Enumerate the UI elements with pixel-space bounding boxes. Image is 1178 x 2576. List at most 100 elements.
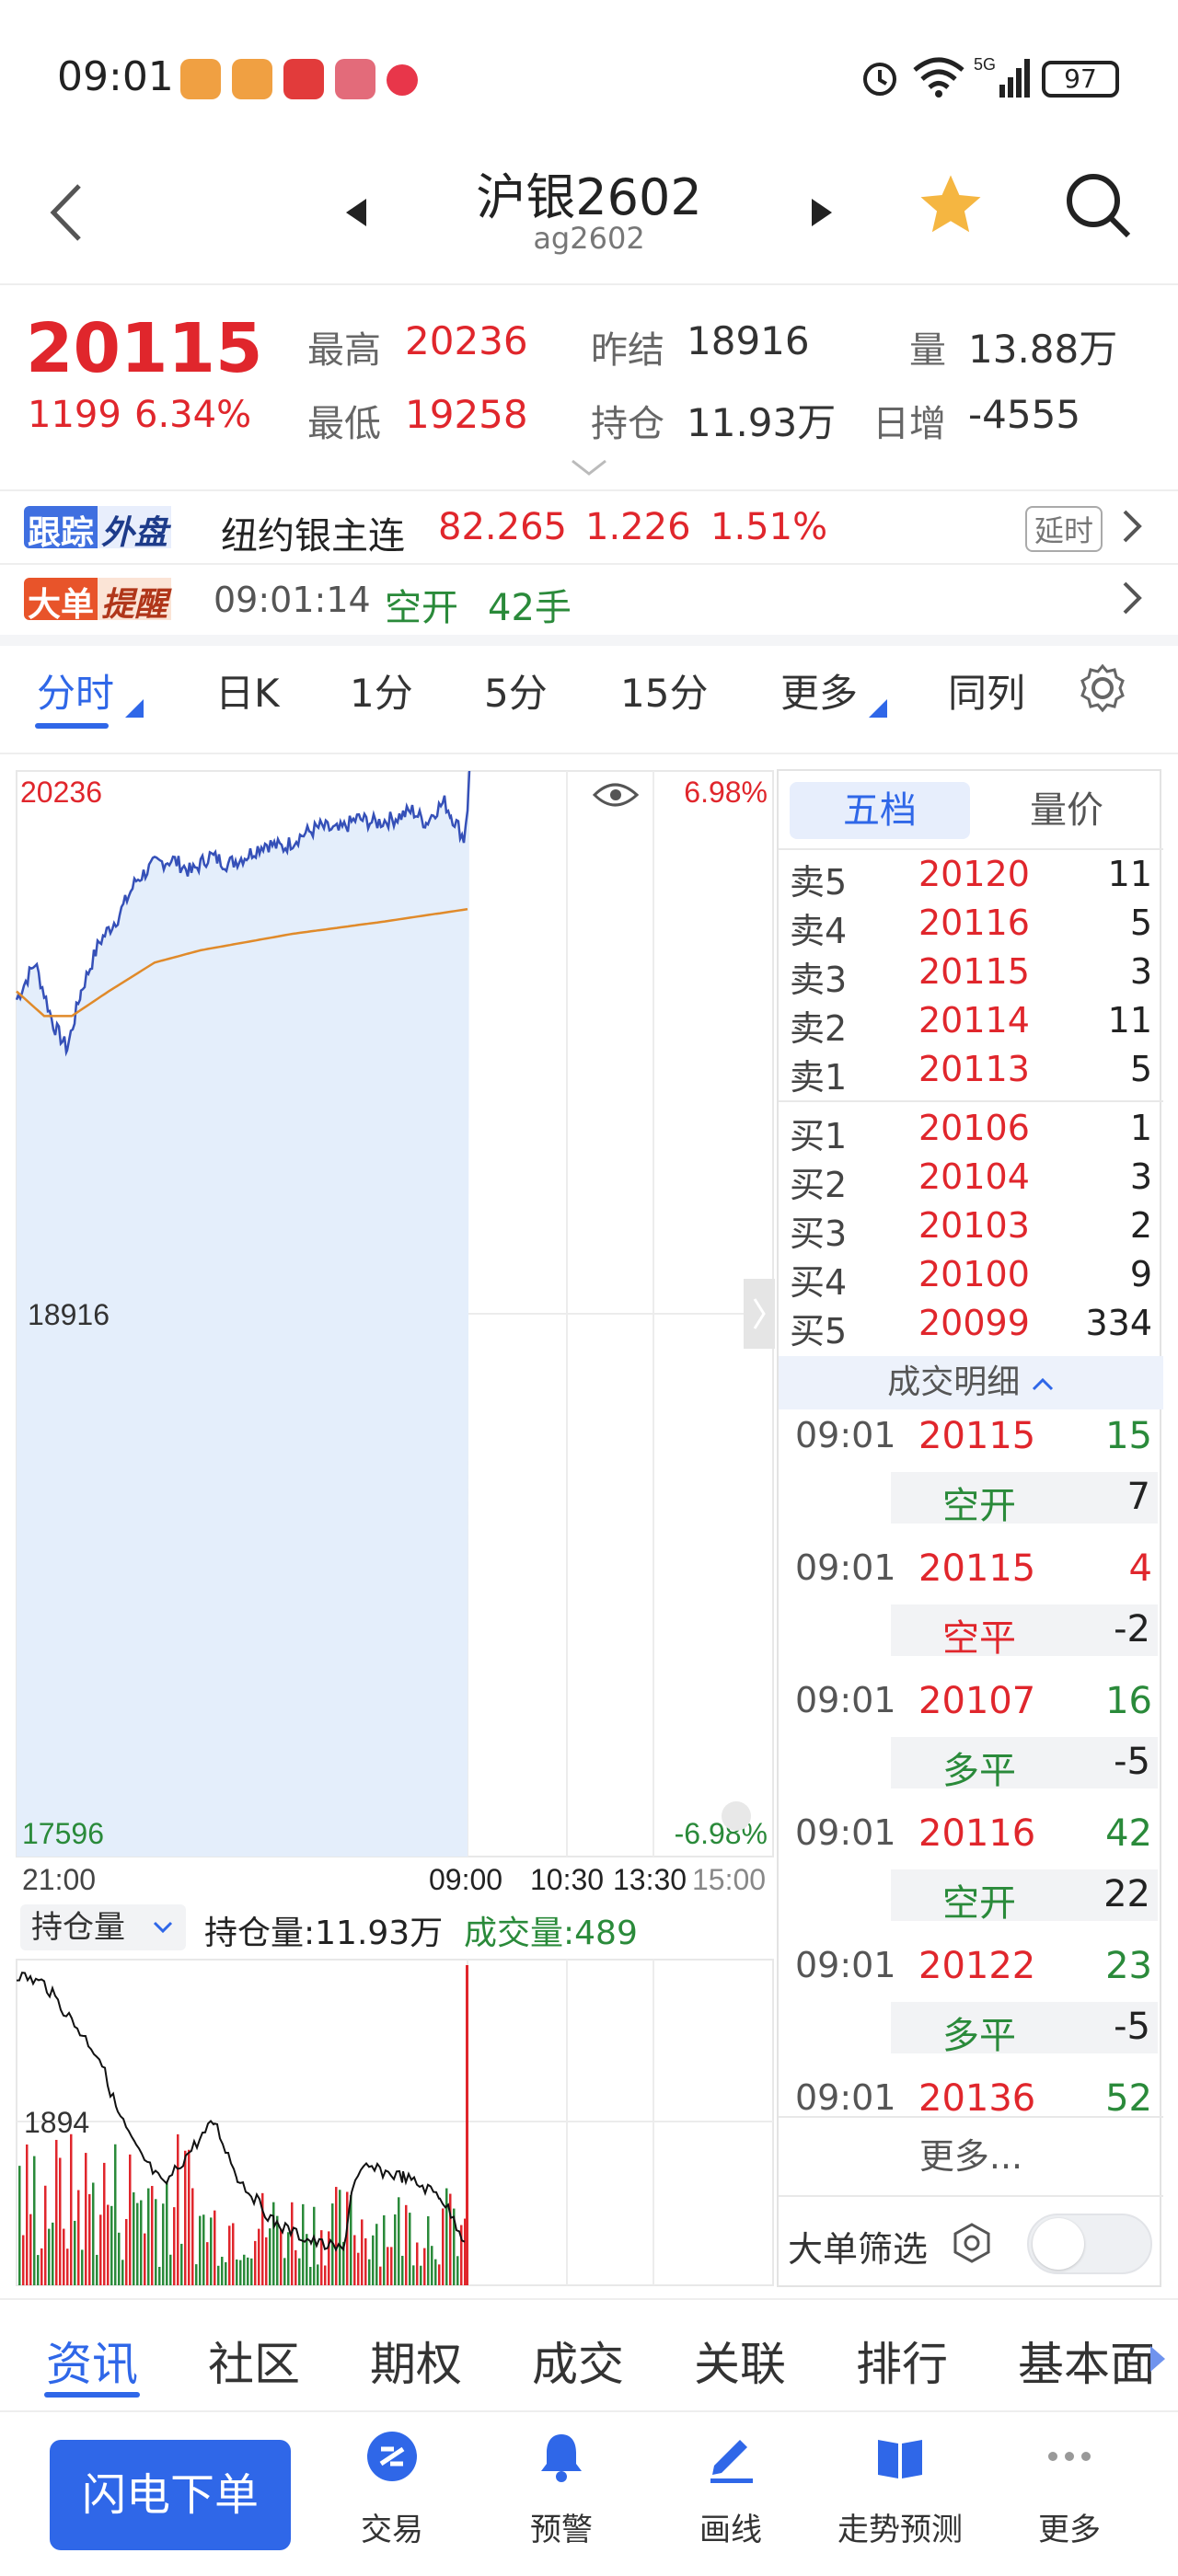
trade-row: 09:01 20107 16 多平 -5 xyxy=(779,1680,1163,1812)
trade-detail-header[interactable]: 成交明细 xyxy=(779,1356,1163,1409)
volume-bar xyxy=(136,2202,139,2285)
volume-indicator-selector[interactable]: 持仓量 xyxy=(20,1904,186,1950)
ask-row[interactable]: 卖5 20120 11 xyxy=(779,854,1163,903)
low-label: 最低 xyxy=(307,403,381,445)
bid-row[interactable]: 买3 20103 2 xyxy=(779,1205,1163,1254)
bid-qty: 9 xyxy=(1129,1254,1152,1294)
quote-panel: 20115 1199 6.34% 最高 20236 最低 19258 昨结 18… xyxy=(0,287,1178,488)
tab-volume-price[interactable]: 量价 xyxy=(979,782,1154,839)
volume-bar xyxy=(151,2186,154,2285)
volume-bar xyxy=(217,2265,220,2285)
volume-bar xyxy=(77,2190,80,2285)
more-dots-icon xyxy=(1048,2452,1091,2461)
draw-action[interactable]: 画线 xyxy=(648,2429,814,2549)
foreign-price: 82.265 xyxy=(438,506,567,548)
ask-price: 20120 xyxy=(918,854,1030,894)
y-axis-bottom: 17596 xyxy=(22,1817,104,1850)
tab-related[interactable]: 关联 xyxy=(694,2328,786,2394)
tab-more[interactable]: 更多 xyxy=(780,662,858,719)
foreign-market-row[interactable]: 跟踪 外盘 纽约银主连 82.265 1.226 1.51% 延时 xyxy=(0,493,1178,561)
prev-contract-icon[interactable] xyxy=(344,197,368,228)
volume-bar xyxy=(74,2220,76,2285)
tab-options[interactable]: 期权 xyxy=(370,2328,462,2394)
next-contract-icon[interactable] xyxy=(810,197,834,228)
trend-predict-action[interactable]: 走势预测 xyxy=(817,2429,983,2549)
tab-fundamentals[interactable]: 基本面 xyxy=(1018,2328,1152,2394)
tab-trades[interactable]: 成交 xyxy=(532,2328,624,2394)
trade-action[interactable]: 交易 xyxy=(309,2429,475,2549)
tab-five-levels[interactable]: 五档 xyxy=(790,782,970,839)
divider xyxy=(0,489,1178,491)
tab-same-list[interactable]: 同列 xyxy=(948,662,1025,719)
big-order-filter-toggle[interactable] xyxy=(1027,2214,1152,2274)
volume-bar xyxy=(55,2139,58,2285)
trade-time: 09:01 xyxy=(795,1547,896,1588)
ask-row[interactable]: 卖1 20113 5 xyxy=(779,1049,1163,1098)
trade-type: 空开 xyxy=(942,1485,1016,1527)
tab-daily-k[interactable]: 日K xyxy=(215,662,280,719)
panel-collapse-handle[interactable] xyxy=(744,1279,775,1349)
volume-bar xyxy=(169,2254,172,2285)
volume-bar xyxy=(107,2204,110,2285)
favorite-star-icon[interactable] xyxy=(915,169,987,241)
trade-price: 20122 xyxy=(918,1945,1036,1987)
ask-row[interactable]: 卖4 20116 5 xyxy=(779,903,1163,951)
more-action[interactable]: 更多 xyxy=(987,2429,1152,2549)
book-icon xyxy=(878,2440,922,2478)
big-order-row[interactable]: 大单 提醒 09:01:14 空开 42手 xyxy=(0,567,1178,633)
volume-bar xyxy=(390,2247,393,2285)
volume-bar xyxy=(221,2257,224,2285)
back-icon[interactable] xyxy=(48,180,85,245)
filter-settings-icon[interactable] xyxy=(950,2221,994,2265)
ask-row[interactable]: 卖3 20115 3 xyxy=(779,951,1163,1000)
alarm-icon xyxy=(863,63,896,96)
order-book-panel: 五档 量价 卖5 20120 11 卖4 20116 5 卖3 20115 3 卖2 20114 11… xyxy=(777,769,1163,2287)
ask-row[interactable]: 卖2 20114 11 xyxy=(779,1000,1163,1049)
search-icon[interactable] xyxy=(1062,169,1134,241)
scroll-right-icon[interactable] xyxy=(1149,2344,1167,2374)
floating-button[interactable] xyxy=(722,1801,751,1831)
volume-bar xyxy=(466,1965,468,2285)
bid-qty: 334 xyxy=(1085,1303,1152,1343)
volume-bar xyxy=(239,2260,242,2285)
volume-bar xyxy=(118,2232,121,2285)
tab-news[interactable]: 资讯 xyxy=(46,2328,138,2394)
volume-bar xyxy=(33,2156,36,2285)
volume-bar xyxy=(210,2217,213,2285)
tab-community[interactable]: 社区 xyxy=(208,2328,300,2394)
ask-qty: 11 xyxy=(1107,1000,1152,1041)
tab-5min[interactable]: 5分 xyxy=(484,662,548,719)
volume-bar xyxy=(81,2249,84,2285)
tab-dropdown-icon xyxy=(869,699,887,718)
volume-bar xyxy=(184,2150,187,2285)
prev-settle-label: 昨结 xyxy=(591,329,664,372)
more-trades-link[interactable]: 更多... xyxy=(779,2118,1163,2195)
nav-bar: 沪银2602 ag2602 xyxy=(0,156,1178,285)
alert-action[interactable]: 预警 xyxy=(479,2429,644,2549)
intraday-chart[interactable]: 20236 18916 17596 6.98% -6.98% 21:00 09:… xyxy=(15,769,775,2287)
section-gap xyxy=(0,635,1178,646)
tab-1min[interactable]: 1分 xyxy=(350,662,413,719)
bid-row[interactable]: 买4 20100 9 xyxy=(779,1254,1163,1303)
bid-qty: 2 xyxy=(1129,1205,1152,1246)
volume-bar xyxy=(214,2210,216,2285)
volume-bar xyxy=(147,2188,150,2285)
delay-badge: 延时 xyxy=(1025,506,1103,552)
tab-15min[interactable]: 15分 xyxy=(620,662,708,719)
volume-bar xyxy=(173,2207,176,2285)
bid-row[interactable]: 买1 20106 1 xyxy=(779,1108,1163,1156)
tab-dropdown-icon xyxy=(125,699,144,718)
bid-row[interactable]: 买5 20099 334 xyxy=(779,1303,1163,1351)
volume-bar xyxy=(416,2242,419,2285)
flash-order-button[interactable]: 闪电下单 xyxy=(50,2440,291,2550)
trade-net: 22 xyxy=(1103,1873,1150,1915)
volume-bar xyxy=(26,2144,29,2285)
expand-chevron-icon[interactable] xyxy=(571,458,607,477)
volume-bar xyxy=(456,2256,459,2285)
tab-intraday[interactable]: 分时 xyxy=(37,662,114,719)
app-notification-icon xyxy=(180,59,221,99)
settings-gear-icon[interactable] xyxy=(1077,662,1128,714)
bid-row[interactable]: 买2 20104 3 xyxy=(779,1156,1163,1205)
x-label: 09:00 xyxy=(429,1863,502,1896)
tab-ranking[interactable]: 排行 xyxy=(856,2328,948,2394)
